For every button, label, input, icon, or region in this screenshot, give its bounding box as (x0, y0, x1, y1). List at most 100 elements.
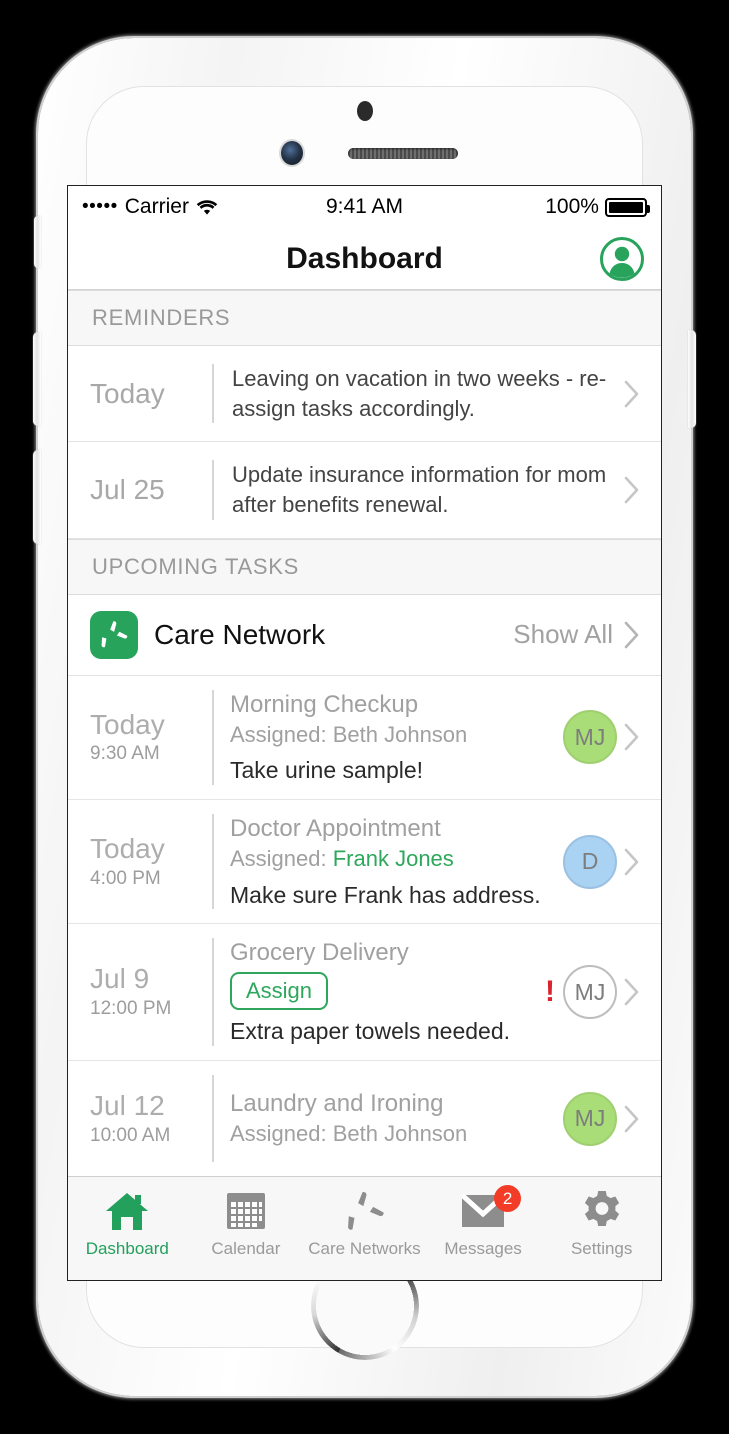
care-network-header-row[interactable]: Care Network Show All (68, 594, 661, 676)
assigned-prefix: Assigned: (230, 846, 333, 872)
task-assignee-line: Assigned: Beth Johnson (230, 1120, 563, 1149)
chevron-right-icon (617, 1105, 647, 1133)
volume-down-button[interactable] (33, 450, 41, 544)
section-header-reminders: REMINDERS (68, 290, 661, 346)
power-button[interactable] (688, 330, 696, 428)
status-bar-time: 9:41 AM (325, 195, 404, 218)
task-divider (212, 689, 214, 786)
battery-group: 100% (461, 195, 650, 219)
chevron-right-icon (617, 723, 647, 751)
chevron-right-icon (617, 848, 647, 876)
reminder-divider (212, 460, 214, 520)
task-divider (212, 814, 214, 910)
task-body: Morning Checkup Assigned: Beth Johnson T… (230, 690, 563, 785)
task-assignee-line: Assigned: Beth Johnson (230, 721, 563, 750)
signal-strength-icon: ••••• (82, 196, 118, 217)
assigned-prefix: Assigned: (230, 721, 333, 747)
home-icon (104, 1189, 150, 1233)
chevron-right-icon (617, 476, 647, 504)
task-date: Jul 12 (90, 1089, 165, 1121)
calendar-icon (225, 1189, 267, 1233)
task-divider (212, 938, 214, 1047)
volume-up-button[interactable] (33, 332, 41, 426)
carrier-group: ••••• Carrier (82, 195, 268, 219)
task-right: D (563, 834, 617, 889)
earpiece-speaker-icon (348, 148, 458, 159)
task-row[interactable]: Today 4:00 PM Doctor Appointment Assigne… (68, 800, 661, 925)
tab-calendar[interactable]: Calendar (187, 1189, 306, 1259)
avatar[interactable]: MJ (563, 965, 617, 1020)
mute-switch-button[interactable] (34, 216, 41, 268)
task-when: Jul 9 12:00 PM (90, 964, 208, 1020)
status-bar: ••••• Carrier 9:41 AM 100% (68, 186, 661, 228)
tab-care-networks[interactable]: Care Networks (305, 1189, 424, 1259)
task-title: Doctor Appointment (230, 815, 441, 843)
task-date: Jul 9 (90, 963, 150, 995)
care-network-name: Care Network (154, 618, 326, 650)
task-time: 9:30 AM (90, 743, 160, 765)
carrier-label: Carrier (124, 195, 189, 218)
assigned-prefix: Assigned: (230, 1120, 333, 1146)
task-assignee-line: Assigned: Frank Jones (230, 845, 563, 874)
assign-button[interactable]: Assign (230, 972, 329, 1011)
avatar[interactable]: MJ (563, 710, 617, 765)
reminder-divider (212, 364, 214, 424)
section-header-upcoming-tasks: UPCOMING TASKS (68, 538, 661, 595)
reminder-row[interactable]: Today Leaving on vacation in two weeks -… (68, 346, 661, 443)
phone-frame: ••••• Carrier 9:41 AM 100% Dashboard REM… (33, 38, 696, 1396)
battery-full-icon (604, 197, 650, 217)
reminder-date: Jul 25 (90, 474, 165, 506)
messages-badge: 2 (494, 1185, 522, 1212)
task-row[interactable]: Jul 12 10:00 AM Laundry and Ironing Assi… (68, 1061, 661, 1178)
care-network-pinwheel-logo (90, 610, 138, 659)
task-time: 4:00 PM (90, 867, 161, 889)
reminder-text: Leaving on vacation in two weeks - re-as… (232, 366, 607, 421)
nav-bar: Dashboard (68, 228, 661, 290)
task-note: Extra paper towels needed. (230, 1018, 511, 1045)
profile-avatar-icon (600, 236, 644, 281)
assignee-name: Beth Johnson (332, 1120, 468, 1146)
tab-settings[interactable]: Settings (542, 1189, 661, 1259)
reminder-text: Update insurance information for mom aft… (232, 462, 607, 518)
phone-screen: ••••• Carrier 9:41 AM 100% Dashboard REM… (68, 186, 661, 1280)
task-title: Laundry and Ironing (230, 1089, 444, 1117)
task-right: MJ (563, 710, 617, 765)
task-time: 10:00 AM (90, 1124, 171, 1146)
alert-icon: ! (545, 975, 555, 1009)
chevron-right-icon (617, 621, 647, 649)
task-body: Grocery Delivery Assign Extra paper towe… (230, 938, 545, 1046)
tab-dashboard[interactable]: Dashboard (68, 1189, 187, 1259)
task-when: Today 9:30 AM (90, 708, 208, 766)
avatar[interactable]: MJ (563, 1091, 617, 1146)
task-date: Today (90, 708, 165, 740)
task-row[interactable]: Jul 9 12:00 PM Grocery Delivery Assign E… (68, 924, 661, 1062)
tab-label: Settings (570, 1239, 633, 1258)
tab-label: Messages (444, 1239, 522, 1258)
tab-bar: Dashboard Calendar Care Networks 2 Messa… (68, 1176, 661, 1280)
pinwheel-icon (342, 1189, 386, 1233)
front-camera-icon (281, 141, 303, 165)
chevron-right-icon (617, 978, 647, 1006)
wifi-icon (196, 199, 218, 215)
tab-messages[interactable]: 2 Messages (424, 1185, 543, 1259)
avatar[interactable]: D (563, 834, 617, 889)
assignee-name: Beth Johnson (332, 721, 468, 747)
task-time: 12:00 PM (90, 998, 172, 1020)
task-body: Laundry and Ironing Assigned: Beth Johns… (230, 1089, 563, 1149)
tab-label: Dashboard (85, 1239, 169, 1258)
profile-button[interactable] (599, 236, 645, 282)
tab-label: Care Networks (308, 1239, 421, 1258)
task-divider (212, 1075, 214, 1163)
envelope-icon: 2 (459, 1185, 522, 1233)
show-all-button[interactable]: Show All (513, 619, 613, 650)
gear-icon (580, 1189, 624, 1233)
task-note: Make sure Frank has address. (230, 881, 541, 908)
reminder-row[interactable]: Jul 25 Update insurance information for … (68, 442, 661, 539)
task-right: ! MJ (545, 965, 617, 1020)
task-row[interactable]: Today 9:30 AM Morning Checkup Assigned: … (68, 675, 661, 801)
proximity-sensor-icon (356, 101, 373, 121)
battery-percent-label: 100% (545, 195, 599, 218)
task-right: MJ (563, 1091, 617, 1146)
reminder-date: Today (90, 377, 165, 409)
task-title: Grocery Delivery (230, 939, 409, 967)
